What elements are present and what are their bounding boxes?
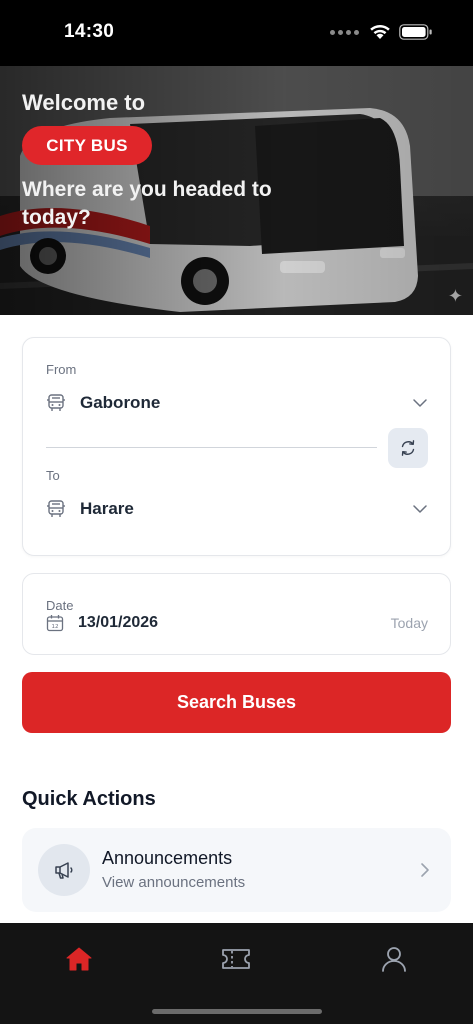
from-label: From xyxy=(46,362,77,377)
nav-home[interactable] xyxy=(51,939,107,979)
megaphone-icon xyxy=(55,862,73,879)
route-divider xyxy=(46,447,377,448)
search-buses-button[interactable]: Search Buses xyxy=(22,672,451,733)
hero-banner: Welcome to CITY BUS Where are you headed… xyxy=(0,66,473,315)
hero-question: Where are you headed to today? xyxy=(22,178,272,229)
date-label: Date xyxy=(46,598,74,613)
route-card: From Gaborone To Harare xyxy=(22,337,451,556)
home-icon xyxy=(66,947,92,971)
announcements-title: Announcements xyxy=(102,848,233,868)
nav-profile[interactable] xyxy=(366,939,422,979)
ticket-icon xyxy=(222,949,250,969)
swap-route-button[interactable] xyxy=(388,428,428,468)
swap-icon xyxy=(401,440,415,456)
to-value: Harare xyxy=(80,499,134,518)
date-row: 12 13/01/2026 xyxy=(46,614,158,632)
nav-tickets[interactable] xyxy=(208,939,264,979)
wifi-icon xyxy=(370,24,390,39)
chevron-right-icon xyxy=(421,863,429,877)
profile-icon xyxy=(382,947,406,972)
announcements-subtitle: View announcements xyxy=(102,874,246,891)
status-bar: 14:30 xyxy=(0,0,473,66)
status-icons xyxy=(330,24,433,40)
bus-icon xyxy=(47,394,65,411)
from-value: Gaborone xyxy=(80,393,161,412)
svg-text:12: 12 xyxy=(52,624,59,630)
home-indicator xyxy=(152,1009,322,1014)
calendar-icon: 12 xyxy=(46,615,64,632)
date-value: 13/01/2026 xyxy=(78,614,159,631)
bus-icon xyxy=(47,500,65,517)
date-relative: Today xyxy=(390,615,428,631)
status-time: 14:30 xyxy=(64,21,115,42)
date-picker[interactable]: Date 12 13/01/2026 Today xyxy=(22,573,451,655)
to-label: To xyxy=(46,468,60,483)
announcements-action[interactable]: Announcements View announcements xyxy=(22,828,451,912)
brand-badge: CITY BUS xyxy=(22,126,152,165)
hero-welcome-text: Welcome to xyxy=(22,90,146,115)
bottom-nav xyxy=(0,923,473,1024)
chevron-down-icon xyxy=(413,399,427,407)
quick-actions-title: Quick Actions xyxy=(22,788,156,810)
sparkle-icon: ✦ xyxy=(447,286,463,306)
signal-icon xyxy=(330,29,359,35)
battery-icon xyxy=(399,24,432,40)
chevron-down-icon xyxy=(413,505,427,513)
to-select[interactable]: Harare xyxy=(46,496,428,522)
from-select[interactable]: Gaborone xyxy=(46,390,428,416)
announcements-icon-circle xyxy=(38,844,90,896)
